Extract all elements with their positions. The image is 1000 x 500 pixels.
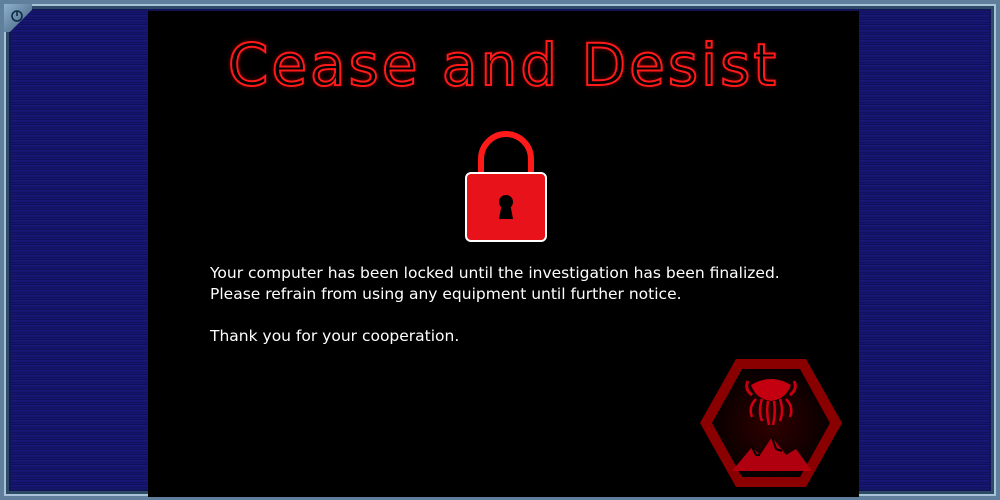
power-icon[interactable] — [10, 9, 24, 23]
message-line-3: Thank you for your cooperation. — [210, 327, 460, 345]
window-frame: Cease and Desist Your computer has been … — [0, 0, 1000, 500]
power-corner[interactable] — [4, 4, 32, 32]
hexagon-tentacle-emblem-icon — [700, 359, 842, 487]
notice-title: Cease and Desist — [227, 30, 780, 100]
left-side-panel — [11, 11, 148, 489]
notice-message: Your computer has been locked until the … — [210, 263, 810, 347]
lock-screen: Cease and Desist Your computer has been … — [148, 11, 859, 497]
message-line-1: Your computer has been locked until the … — [210, 264, 780, 282]
message-line-2: Please refrain from using any equipment … — [210, 285, 682, 303]
padlock-icon — [465, 131, 547, 242]
right-side-panel — [851, 11, 989, 489]
